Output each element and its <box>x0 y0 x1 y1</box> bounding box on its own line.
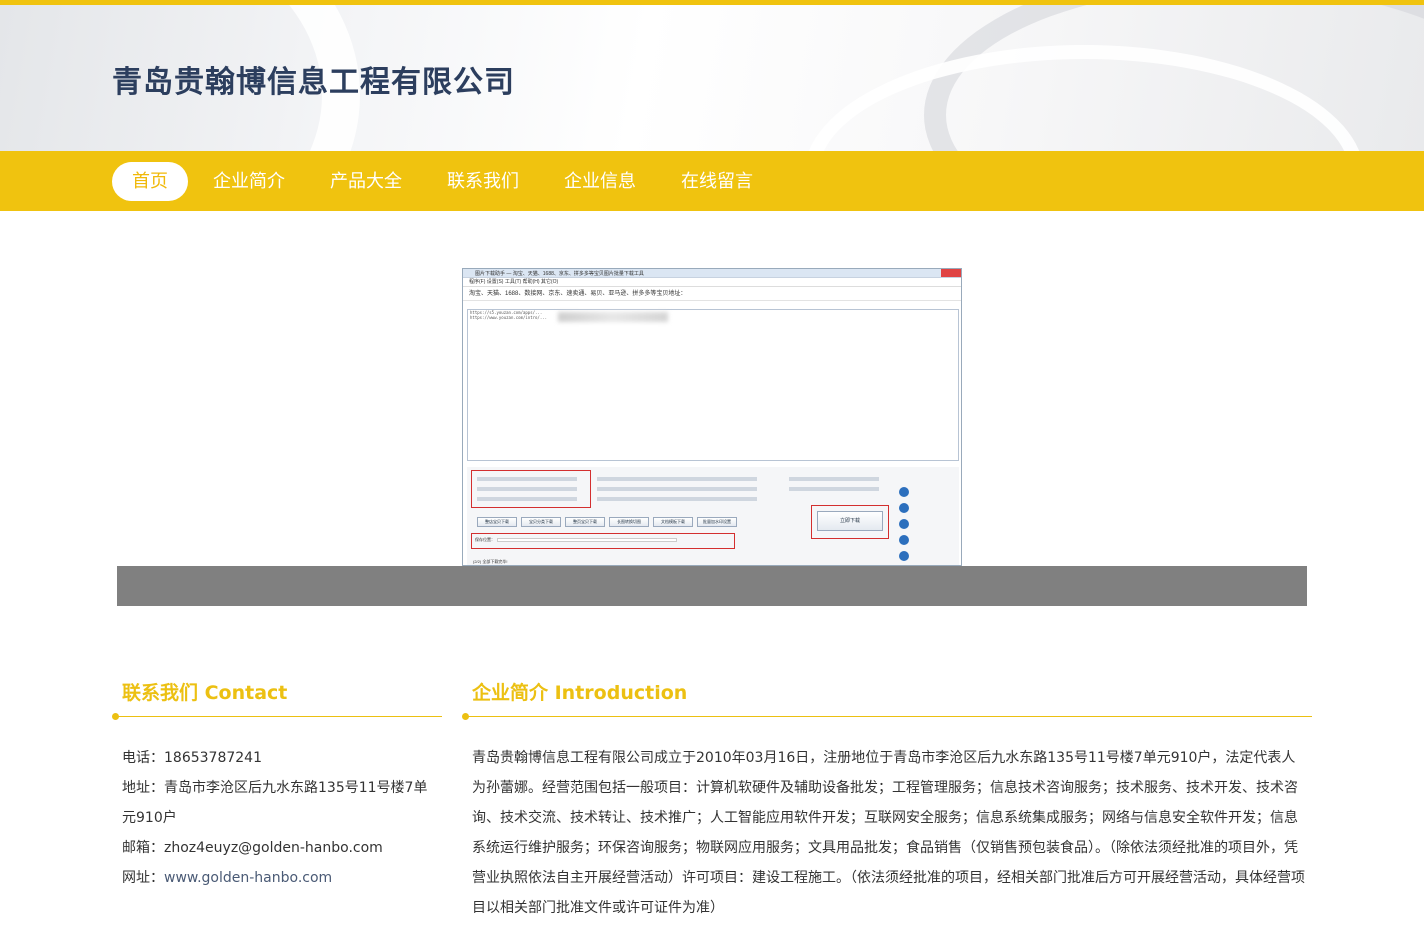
software-textarea: https://s5.youzan.com/apps/... https://w… <box>467 309 959 461</box>
option-row <box>597 487 757 491</box>
mini-button: 整页宝贝下载 <box>565 517 605 527</box>
contact-section-title: 联系我们 Contact <box>122 682 288 704</box>
software-title: 图片下载助手 — 淘宝、天猫、1688、京东、拼多多等宝贝图片批量下载工具 <box>475 271 644 277</box>
save-location-field <box>497 538 677 542</box>
nav-item-company-info[interactable]: 企业信息 <box>564 162 636 201</box>
mini-button: 长图转换切图 <box>609 517 649 527</box>
option-row <box>477 487 577 491</box>
website-link[interactable]: www.golden-hanbo.com <box>164 870 332 886</box>
site-header: 青岛贵翰博信息工程有限公司 <box>0 5 1424 151</box>
option-row <box>477 497 577 501</box>
banner-overlay-bar <box>117 566 1307 606</box>
save-location-label: 保存位置： <box>475 537 495 542</box>
section-divider <box>465 716 1312 717</box>
app-icon <box>899 519 909 529</box>
intro-paragraph: 青岛贵翰博信息工程有限公司成立于2010年03月16日，注册地位于青岛市李沧区后… <box>472 750 1305 916</box>
intro-section-title: 企业简介 Introduction <box>472 682 688 704</box>
option-row <box>477 477 577 481</box>
software-menu: 程序(F) 设置(S) 工具(T) 帮助(H) 其它(O) <box>463 278 961 287</box>
app-icon <box>899 535 909 545</box>
contact-address: 地址：青岛市李沧区后九水东路135号11号楼7单元910户 <box>122 773 432 833</box>
mini-button: 文档模板下载 <box>653 517 693 527</box>
nav-item-about[interactable]: 企业简介 <box>213 162 285 201</box>
app-icon <box>899 487 909 497</box>
option-row <box>597 477 757 481</box>
email-value[interactable]: zhoz4euyz@golden-hanbo.com <box>164 840 383 856</box>
software-titlebar: 图片下载助手 — 淘宝、天猫、1688、京东、拼多多等宝贝图片批量下载工具 <box>463 269 961 278</box>
section-divider <box>115 716 442 717</box>
nav-item-home[interactable]: 首页 <box>112 162 188 201</box>
app-icon <box>899 551 909 561</box>
mini-button: 宝贝分类下载 <box>521 517 561 527</box>
mini-button: 整店宝贝下载 <box>477 517 517 527</box>
mini-button: 批量加水印设置 <box>697 517 737 527</box>
phone-value[interactable]: 18653787241 <box>164 750 262 766</box>
option-row <box>789 487 879 491</box>
blurred-region <box>558 312 668 322</box>
option-row <box>789 477 879 481</box>
email-label: 邮箱： <box>122 840 164 856</box>
nav-item-message[interactable]: 在线留言 <box>681 162 753 201</box>
status-text: (2/2) 全部下载完毕! <box>473 559 508 564</box>
company-name[interactable]: 青岛贵翰博信息工程有限公司 <box>112 57 515 101</box>
website-label: 网址： <box>122 870 164 886</box>
address-label: 地址： <box>122 780 164 796</box>
close-icon <box>941 269 961 277</box>
main-nav: 首页 企业简介 产品大全 联系我们 企业信息 在线留言 <box>0 151 1424 211</box>
option-row <box>597 497 757 501</box>
contact-email: 邮箱：zhoz4euyz@golden-hanbo.com <box>122 833 432 863</box>
text-line: https://www.youzan.com/intro/... <box>470 315 548 320</box>
phone-label: 电话： <box>122 750 164 766</box>
download-now-button: 立即下载 <box>817 511 883 531</box>
address-value: 青岛市李沧区后九水东路135号11号楼7单元910户 <box>122 780 428 826</box>
contact-phone: 电话：18653787241 <box>122 743 432 773</box>
nav-item-contact[interactable]: 联系我们 <box>447 162 519 201</box>
software-options-panel: 整店宝贝下载 宝贝分类下载 整页宝贝下载 长图转换切图 文档模板下载 批量加水印… <box>467 467 959 565</box>
banner-image[interactable]: 图片下载助手 — 淘宝、天猫、1688、京东、拼多多等宝贝图片批量下载工具 程序… <box>462 268 962 566</box>
software-url-row: 淘宝、天猫、1688、数接网、京东、速卖通、易贝、亚马逊、拼多多等宝贝地址： <box>463 287 961 301</box>
nav-item-products[interactable]: 产品大全 <box>330 162 402 201</box>
contact-website: 网址：www.golden-hanbo.com <box>122 863 432 893</box>
app-icon <box>899 503 909 513</box>
